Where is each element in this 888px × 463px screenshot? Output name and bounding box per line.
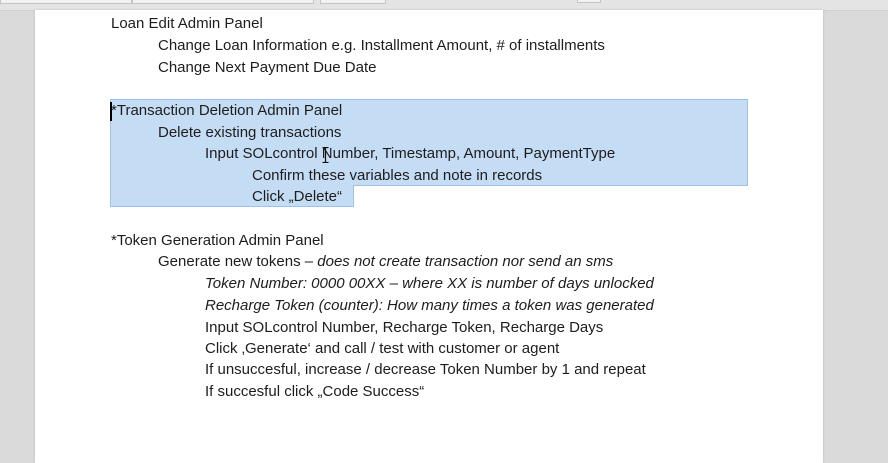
- deletion-line-1: Delete existing transactions: [158, 124, 342, 141]
- deletion-line-4: Click „Delete“: [252, 188, 343, 205]
- token-line-3: Recharge Token (counter): How many times…: [205, 297, 654, 314]
- token-line-1-normal: Generate new tokens –: [158, 253, 318, 270]
- token-line-7: If succesful click „Code Success“: [205, 383, 425, 400]
- loan-section-title: Loan Edit Admin Panel: [111, 15, 263, 32]
- token-line-2: Token Number: 0000 00XX – where XX is nu…: [205, 275, 654, 292]
- token-line-6: If unsuccesful, increase / decrease Toke…: [205, 361, 646, 378]
- text-caret: [110, 102, 112, 121]
- deletion-line-2: Input SOLcontrol Number, Timestamp, Amou…: [205, 145, 616, 162]
- toolbar-fragment[interactable]: [320, 0, 386, 4]
- loan-line-1: Change Loan Information e.g. Installment…: [158, 37, 605, 54]
- document-page[interactable]: Loan Edit Admin Panel Change Loan Inform…: [35, 10, 823, 463]
- token-section-title: *Token Generation Admin Panel: [111, 232, 324, 249]
- token-line-4: Input SOLcontrol Number, Recharge Token,…: [205, 319, 604, 336]
- token-line-1: Generate new tokens – does not create tr…: [158, 252, 613, 272]
- toolbar-fragment[interactable]: [132, 0, 314, 4]
- toolbar-fragment[interactable]: [577, 0, 601, 3]
- deletion-section-title: *Transaction Deletion Admin Panel: [111, 102, 343, 119]
- ibeam-cursor-icon: [322, 147, 329, 163]
- toolbar-fragment[interactable]: [0, 0, 132, 4]
- token-line-5: Click ‚Generate‘ and call / test with cu…: [205, 340, 560, 357]
- loan-line-2: Change Next Payment Due Date: [158, 59, 377, 76]
- token-line-1-italic: does not create transaction nor send an …: [317, 253, 614, 270]
- deletion-line-3: Confirm these variables and note in reco…: [252, 167, 543, 184]
